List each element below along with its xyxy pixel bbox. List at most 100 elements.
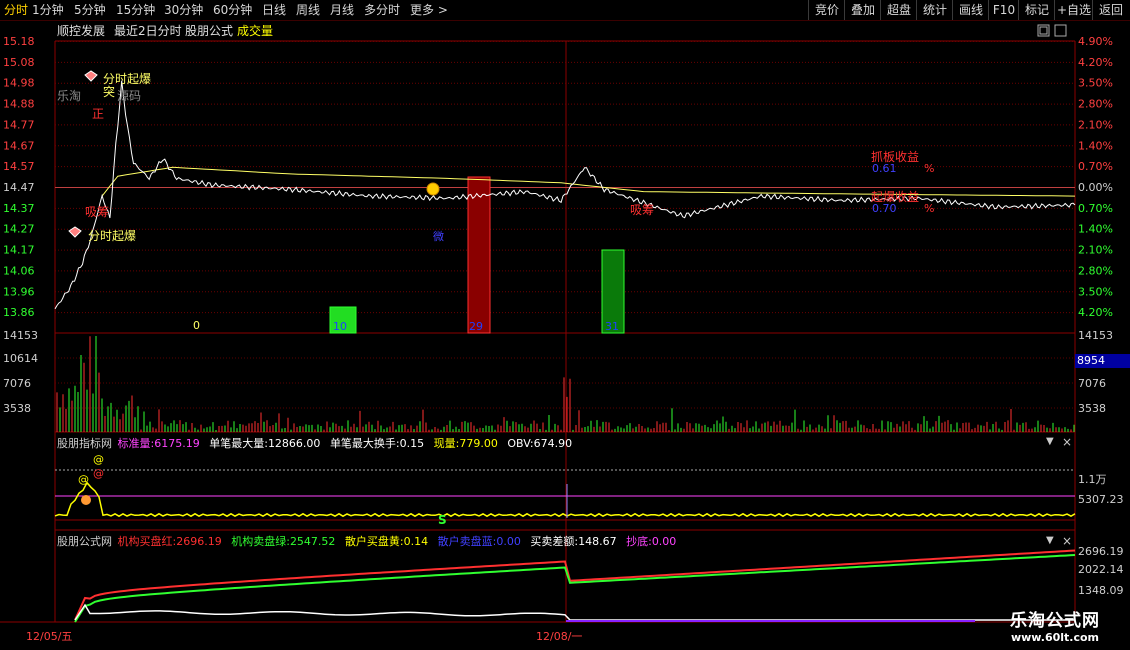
- at-mark-1: @: [93, 453, 104, 466]
- gem-icon-bottom: [68, 226, 82, 238]
- signal-count-10: 10: [333, 320, 347, 333]
- institution-buy-line: [74, 549, 1076, 621]
- indicator2-plot: [74, 549, 1076, 623]
- indicator2-title: 股朋公式网 机构买盘红:2696.19 机构卖盘绿:2547.52 散户买盘黄:…: [57, 533, 682, 549]
- institution-sell-line: [74, 554, 1076, 623]
- price-tick-left-12: 13.96: [3, 285, 35, 298]
- ind2-label-4: 买卖差额:: [530, 535, 579, 548]
- price-tick-right-3: 2.80%: [1078, 98, 1113, 111]
- price-tick-right-12: 3.50%: [1078, 285, 1113, 298]
- current-volume-badge: 8954: [1075, 354, 1130, 368]
- price-tick-left-1: 15.08: [3, 56, 35, 69]
- price-tick-left-7: 14.47: [3, 181, 35, 194]
- price-tick-left-13: 13.86: [3, 306, 35, 319]
- indicator2-name: 股朋公式网: [57, 535, 112, 548]
- ind1-value-4: 674.90: [533, 437, 573, 450]
- gem-icon-top: [84, 70, 98, 82]
- date-label-day1: 12/05/五: [26, 630, 73, 643]
- volume-tick-right-top: 14153: [1078, 329, 1113, 342]
- axis-labels: 15.18 15.08 14.98 14.88 14.77 14.67 14.57 14.47…: [3, 35, 1124, 597]
- price-tick-right-0: 4.90%: [1078, 35, 1113, 48]
- dropdown-icon-2[interactable]: ▼: [1046, 535, 1054, 546]
- ind2-value-3: 0.00: [496, 535, 521, 548]
- ind2-tick-2: 1348.09: [1078, 584, 1124, 597]
- ind2-value-5: 0.00: [651, 535, 677, 548]
- price-tick-right-10: 2.10%: [1078, 244, 1113, 257]
- price-tick-right-11: 2.80%: [1078, 264, 1113, 277]
- close-icon-2[interactable]: ×: [1062, 534, 1072, 548]
- price-tick-left-0: 15.18: [3, 35, 35, 48]
- ind1-value-0: 6175.19: [154, 437, 200, 450]
- burst-profit-pct: %: [924, 202, 935, 215]
- watermark-source: 源码: [117, 89, 142, 103]
- watermark-small: 乐淘: [57, 89, 82, 103]
- price-tick-right-1: 4.20%: [1078, 56, 1113, 69]
- ind1-value-2: 0.15: [399, 437, 425, 450]
- ind2-value-0: 2696.19: [176, 535, 222, 548]
- volume-tick-left-1: 10614: [3, 352, 38, 365]
- indicator1-signal-dot: [81, 495, 91, 505]
- price-tick-right-2: 3.50%: [1078, 77, 1113, 90]
- burst-profit-value: 0.70: [872, 202, 897, 215]
- volume-tick-left-3: 3538: [3, 402, 31, 415]
- volume-tick-left-0: 14153: [3, 329, 38, 342]
- buy-sell-diff-line: [74, 603, 1075, 621]
- ind2-label-2: 散户买盘黄:: [344, 535, 404, 548]
- signal-count-29: 29: [469, 320, 483, 333]
- burst-label-bottom: 分时起爆: [88, 229, 137, 243]
- signal-count-0: 0: [193, 319, 200, 332]
- breakout-label: 突: [103, 85, 116, 99]
- price-tick-left-3: 14.88: [3, 98, 35, 111]
- price-tick-right-9: 1.40%: [1078, 223, 1113, 236]
- ind2-value-1: 2547.52: [289, 535, 336, 548]
- accumulate-label-left: 吸筹: [85, 205, 110, 219]
- dropdown-icon-1[interactable]: ▼: [1046, 436, 1054, 447]
- mark-label: 微: [433, 230, 444, 243]
- ind1-tick-1: 5307.23: [1078, 493, 1124, 506]
- limit-profit-pct: %: [924, 162, 935, 175]
- timeshare-chart: 15.18 15.08 14.98 14.88 14.77 14.67 14.57 14.47…: [0, 35, 1124, 623]
- signal-count-31: 31: [605, 320, 619, 333]
- at-mark-3: @: [93, 467, 104, 480]
- ind2-value-4: 148.67: [578, 535, 617, 548]
- price-tick-right-8: 0.70%: [1078, 202, 1113, 215]
- ind2-tick-0: 2696.19: [1078, 545, 1124, 558]
- ind1-label-2: 单笔最大换手:: [329, 437, 400, 450]
- ind1-tick-0: 1.1万: [1078, 473, 1107, 486]
- volume-tick-right-0: 7076: [1078, 377, 1106, 390]
- price-tick-right-5: 1.40%: [1078, 139, 1113, 152]
- indicator1-line: [54, 481, 1076, 518]
- price-tick-left-8: 14.37: [3, 202, 35, 215]
- ind2-tick-1: 2022.14: [1078, 563, 1124, 576]
- watermark-url: www.60lt.com: [1010, 631, 1100, 644]
- ind2-label-5: 抄底:: [626, 535, 652, 548]
- volume-tick-left-2: 7076: [3, 377, 31, 390]
- ind1-label-3: 现量:: [433, 437, 460, 450]
- price-tick-right-7: 0.00%: [1078, 181, 1113, 194]
- at-mark-2: @: [78, 473, 89, 486]
- price-tick-left-2: 14.98: [3, 77, 35, 90]
- watermark-title: 乐淘公式网: [1010, 611, 1100, 631]
- price-tick-left-9: 14.27: [3, 223, 35, 236]
- signal-bars: [329, 176, 625, 334]
- indicator1-plot: [54, 481, 1076, 518]
- price-tick-right-13: 4.20%: [1078, 306, 1113, 319]
- price-tick-right-6: 0.70%: [1078, 160, 1113, 173]
- price-tick-left-5: 14.67: [3, 139, 35, 152]
- price-tick-left-6: 14.57: [3, 160, 35, 173]
- s-signal: S: [438, 513, 447, 527]
- ind2-label-0: 机构买盘红:: [117, 535, 177, 548]
- ind1-label-0: 标准量:: [117, 437, 155, 450]
- ind1-label-4: OBV:: [507, 437, 534, 450]
- price-tick-left-4: 14.77: [3, 118, 35, 131]
- ind1-value-3: 779.00: [459, 437, 498, 450]
- price-tick-left-10: 14.17: [3, 244, 35, 257]
- limit-profit-value: 0.61: [872, 162, 897, 175]
- close-icon-1[interactable]: ×: [1062, 435, 1072, 449]
- zheng-label: 正: [92, 107, 105, 121]
- signal-bar-29: [467, 176, 491, 334]
- ind2-label-1: 机构卖盘绿:: [231, 535, 290, 548]
- ind2-value-2: 0.14: [403, 535, 429, 548]
- date-label-day2: 12/08/一: [536, 630, 583, 643]
- ind2-label-3: 散户卖盘蓝:: [437, 535, 497, 548]
